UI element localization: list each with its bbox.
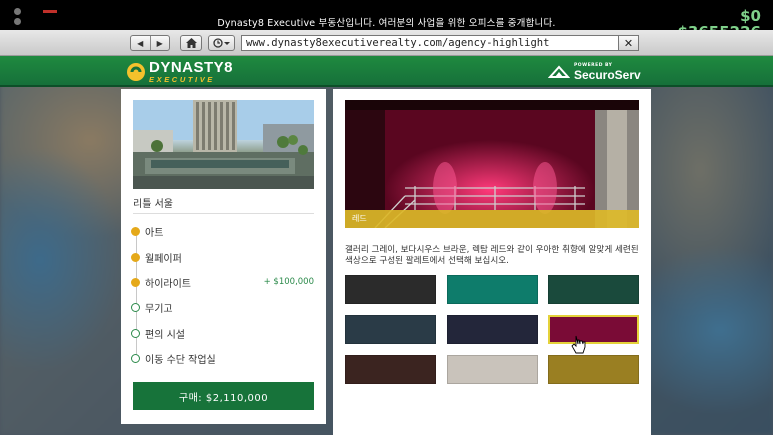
address-bar[interactable]: www.dynasty8executiverealty.com/agency-h… bbox=[241, 35, 639, 51]
step-wallpaper[interactable]: 월페이퍼 bbox=[131, 244, 316, 269]
health-bar bbox=[43, 10, 57, 13]
step-vehicle-workshop[interactable]: 이동 수단 작업실 bbox=[131, 346, 316, 371]
preview-caption: 레드 bbox=[352, 214, 367, 223]
nav-buttons: ◀ ▶ bbox=[130, 35, 170, 51]
office-building-image bbox=[133, 100, 314, 189]
color-swatch[interactable] bbox=[446, 275, 538, 304]
step-complete-icon bbox=[131, 277, 140, 287]
step-label: 아트 bbox=[145, 228, 164, 240]
securoserv-emblem-icon bbox=[548, 65, 570, 78]
page-title: Dynasty8 Executive 부동산입니다. 여러분의 사업을 위한 오… bbox=[217, 18, 556, 29]
office-interior-image bbox=[345, 100, 639, 228]
partner-name: SecuroServ bbox=[574, 67, 641, 82]
dynasty8-emblem-icon bbox=[127, 63, 145, 81]
color-swatch[interactable] bbox=[548, 275, 639, 304]
forward-arrow-icon[interactable]: ▶ bbox=[149, 36, 170, 50]
url-text: www.dynasty8executiverealty.com/agency-h… bbox=[246, 37, 550, 49]
player-icon bbox=[14, 8, 21, 15]
step-price: + $100,000 bbox=[263, 277, 314, 288]
divider bbox=[133, 213, 314, 214]
browser-toolbar: ◀ ▶ www.dynasty8executiverealty.com/agen… bbox=[0, 30, 773, 56]
dynasty8-logo[interactable]: DYNASTY8 EXECUTIVE bbox=[126, 60, 233, 84]
highlight-preview: 레드 bbox=[345, 100, 639, 228]
office-thumbnail bbox=[133, 100, 314, 189]
step-label: 하이라이트 bbox=[145, 278, 191, 290]
step-complete-icon bbox=[131, 227, 140, 237]
step-pending-icon bbox=[131, 303, 140, 313]
step-complete-icon bbox=[131, 252, 140, 262]
step-amenities[interactable]: 편의 시설 bbox=[131, 321, 316, 346]
location-name: 리틀 서울 bbox=[133, 199, 173, 210]
securoserv-logo: POWERED BY SecuroServ bbox=[548, 61, 641, 83]
color-swatch[interactable] bbox=[548, 355, 639, 384]
step-label: 이동 수단 작업실 bbox=[145, 355, 216, 367]
color-swatch[interactable] bbox=[446, 355, 538, 384]
step-label: 무기고 bbox=[145, 304, 173, 316]
history-clock-icon bbox=[212, 38, 230, 48]
brand-line-1: DYNASTY8 bbox=[149, 59, 234, 77]
highlight-description: 갤러리 그레이, 보다시우스 브라운, 렉탐 레드와 같이 우아한 취향에 알맞… bbox=[345, 245, 639, 266]
color-swatch[interactable] bbox=[345, 275, 436, 304]
highlight-options-panel: 레드 갤러리 그레이, 보다시우스 브라운, 렉탐 레드와 같이 우아한 취향에… bbox=[333, 89, 651, 435]
home-button[interactable] bbox=[180, 35, 202, 51]
step-pending-icon bbox=[131, 328, 140, 338]
step-label: 월페이퍼 bbox=[145, 253, 182, 265]
close-x-icon[interactable]: ✕ bbox=[618, 36, 638, 50]
step-art[interactable]: 아트 bbox=[131, 219, 316, 244]
history-button[interactable] bbox=[208, 35, 235, 51]
preview-caption-bar: 레드 bbox=[345, 210, 639, 228]
site-header: DYNASTY8 EXECUTIVE POWERED BY SecuroServ bbox=[0, 56, 773, 87]
office-summary-panel: 리틀 서울 아트 월페이퍼 하이라이트 + $100,000 무기고 편의 시설 bbox=[121, 89, 326, 424]
home-icon bbox=[185, 38, 197, 48]
brand-line-2: EXECUTIVE bbox=[149, 75, 215, 85]
color-swatch[interactable] bbox=[345, 355, 436, 384]
step-pending-icon bbox=[131, 354, 140, 364]
color-swatch[interactable] bbox=[446, 315, 538, 344]
color-swatch[interactable] bbox=[548, 315, 639, 344]
customization-steps: 아트 월페이퍼 하이라이트 + $100,000 무기고 편의 시설 이동 수단… bbox=[131, 219, 316, 371]
color-swatch[interactable] bbox=[345, 315, 436, 344]
buy-button[interactable]: 구매: $2,110,000 bbox=[133, 382, 314, 410]
step-gunlocker[interactable]: 무기고 bbox=[131, 295, 316, 320]
back-arrow-icon[interactable]: ◀ bbox=[131, 36, 150, 50]
title-bar: Dynasty8 Executive 부동산입니다. 여러분의 사업을 위한 오… bbox=[0, 0, 773, 30]
mouse-pointer-icon bbox=[571, 335, 586, 354]
color-swatch-grid bbox=[345, 275, 639, 385]
step-label: 편의 시설 bbox=[145, 329, 185, 341]
step-highlight[interactable]: 하이라이트 + $100,000 bbox=[131, 270, 316, 295]
